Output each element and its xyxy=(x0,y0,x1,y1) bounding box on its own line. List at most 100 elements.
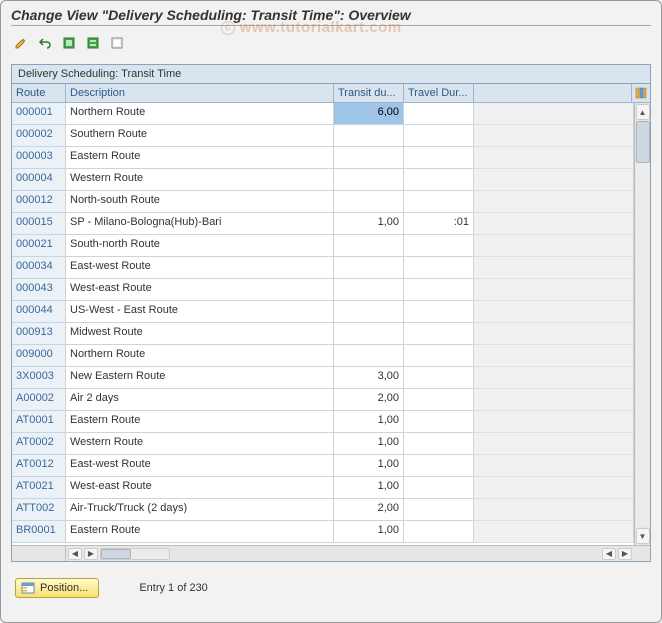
cell-description[interactable]: Midwest Route xyxy=(66,323,334,345)
cell-travel[interactable] xyxy=(404,279,474,301)
cell-travel[interactable] xyxy=(404,345,474,367)
cell-description[interactable]: Air 2 days xyxy=(66,389,334,411)
cell-route[interactable]: 000044 xyxy=(12,301,66,323)
cell-description[interactable]: New Eastern Route xyxy=(66,367,334,389)
cell-route[interactable]: 000002 xyxy=(12,125,66,147)
scroll-right2-icon[interactable]: ▶ xyxy=(618,548,632,560)
cell-travel[interactable] xyxy=(404,389,474,411)
cell-route[interactable]: 000021 xyxy=(12,235,66,257)
table-row[interactable]: A00002Air 2 days2,00 xyxy=(12,389,634,411)
cell-travel[interactable] xyxy=(404,367,474,389)
table-row[interactable]: 000003Eastern Route xyxy=(12,147,634,169)
cell-travel[interactable] xyxy=(404,191,474,213)
cell-description[interactable]: West-east Route xyxy=(66,279,334,301)
cell-transit[interactable]: 1,00 xyxy=(334,521,404,543)
cell-route[interactable]: 000913 xyxy=(12,323,66,345)
cell-route[interactable]: 000034 xyxy=(12,257,66,279)
cell-transit[interactable]: 6,00 xyxy=(334,103,404,125)
cell-travel[interactable] xyxy=(404,323,474,345)
scroll-down-icon[interactable]: ▼ xyxy=(636,528,650,544)
table-row[interactable]: 000021South-north Route xyxy=(12,235,634,257)
table-row[interactable]: BR0001Eastern Route1,00 xyxy=(12,521,634,543)
table-row[interactable]: 000913Midwest Route xyxy=(12,323,634,345)
cell-transit[interactable]: 1,00 xyxy=(334,411,404,433)
cell-description[interactable]: Eastern Route xyxy=(66,147,334,169)
cell-travel[interactable] xyxy=(404,455,474,477)
cell-description[interactable]: Eastern Route xyxy=(66,411,334,433)
cell-description[interactable]: Northern Route xyxy=(66,345,334,367)
table-row[interactable]: 000012North-south Route xyxy=(12,191,634,213)
cell-route[interactable]: AT0021 xyxy=(12,477,66,499)
cell-transit[interactable] xyxy=(334,257,404,279)
cell-route[interactable]: 3X0003 xyxy=(12,367,66,389)
deselect-all-icon[interactable] xyxy=(107,34,127,52)
table-row[interactable]: AT0001Eastern Route1,00 xyxy=(12,411,634,433)
cell-transit[interactable] xyxy=(334,169,404,191)
hscroll-track-left[interactable] xyxy=(100,548,170,560)
cell-description[interactable]: Western Route xyxy=(66,433,334,455)
table-row[interactable]: 000001Northern Route6,00 xyxy=(12,103,634,125)
cell-description[interactable]: SP - Milano-Bologna(Hub)-Bari xyxy=(66,213,334,235)
table-row[interactable]: AT0021West-east Route1,00 xyxy=(12,477,634,499)
cell-route[interactable]: AT0001 xyxy=(12,411,66,433)
cell-transit[interactable] xyxy=(334,191,404,213)
scroll-up-icon[interactable]: ▲ xyxy=(636,104,650,120)
cell-transit[interactable] xyxy=(334,125,404,147)
cell-travel[interactable]: :01 xyxy=(404,213,474,235)
cell-description[interactable]: Northern Route xyxy=(66,103,334,125)
undo-icon[interactable] xyxy=(35,34,55,52)
cell-travel[interactable] xyxy=(404,433,474,455)
table-row[interactable]: ATT002Air-Truck/Truck (2 days)2,00 xyxy=(12,499,634,521)
cell-transit[interactable]: 2,00 xyxy=(334,499,404,521)
table-row[interactable]: 000002Southern Route xyxy=(12,125,634,147)
cell-description[interactable]: East-west Route xyxy=(66,455,334,477)
cell-transit[interactable] xyxy=(334,279,404,301)
cell-travel[interactable] xyxy=(404,521,474,543)
cell-transit[interactable] xyxy=(334,147,404,169)
cell-travel[interactable] xyxy=(404,499,474,521)
vscroll-track[interactable] xyxy=(636,121,650,527)
cell-transit[interactable]: 2,00 xyxy=(334,389,404,411)
cell-route[interactable]: ATT002 xyxy=(12,499,66,521)
cell-travel[interactable] xyxy=(404,103,474,125)
cell-route[interactable]: AT0012 xyxy=(12,455,66,477)
cell-transit[interactable]: 1,00 xyxy=(334,455,404,477)
select-block-icon[interactable] xyxy=(83,34,103,52)
cell-route[interactable]: 000003 xyxy=(12,147,66,169)
table-row[interactable]: 000015SP - Milano-Bologna(Hub)-Bari1,00:… xyxy=(12,213,634,235)
scroll-left2-icon[interactable]: ◀ xyxy=(602,548,616,560)
cell-description[interactable]: Western Route xyxy=(66,169,334,191)
cell-route[interactable]: 000015 xyxy=(12,213,66,235)
table-row[interactable]: 000044US-West - East Route xyxy=(12,301,634,323)
cell-travel[interactable] xyxy=(404,169,474,191)
cell-travel[interactable] xyxy=(404,147,474,169)
cell-route[interactable]: A00002 xyxy=(12,389,66,411)
cell-transit[interactable]: 1,00 xyxy=(334,213,404,235)
hscroll-thumb-left[interactable] xyxy=(101,549,131,559)
select-all-icon[interactable] xyxy=(59,34,79,52)
cell-travel[interactable] xyxy=(404,125,474,147)
position-button[interactable]: Position... xyxy=(15,578,99,598)
cell-route[interactable]: 000043 xyxy=(12,279,66,301)
cell-transit[interactable] xyxy=(334,235,404,257)
cell-description[interactable]: West-east Route xyxy=(66,477,334,499)
scroll-left-icon[interactable]: ◀ xyxy=(68,548,82,560)
table-row[interactable]: 3X0003New Eastern Route3,00 xyxy=(12,367,634,389)
cell-travel[interactable] xyxy=(404,411,474,433)
cell-transit[interactable] xyxy=(334,345,404,367)
cell-description[interactable]: Air-Truck/Truck (2 days) xyxy=(66,499,334,521)
cell-transit[interactable]: 3,00 xyxy=(334,367,404,389)
cell-description[interactable]: US-West - East Route xyxy=(66,301,334,323)
col-header-travel[interactable]: Travel Dur... xyxy=(404,84,474,102)
col-header-transit[interactable]: Transit du... xyxy=(334,84,404,102)
cell-description[interactable]: Southern Route xyxy=(66,125,334,147)
horizontal-scrollbar[interactable]: ◀ ▶ ◀ ▶ xyxy=(12,545,650,561)
cell-route[interactable]: 000004 xyxy=(12,169,66,191)
table-row[interactable]: 000034East-west Route xyxy=(12,257,634,279)
cell-transit[interactable] xyxy=(334,323,404,345)
cell-travel[interactable] xyxy=(404,477,474,499)
col-header-route[interactable]: Route xyxy=(12,84,66,102)
vertical-scrollbar[interactable]: ▲ ▼ xyxy=(634,103,650,545)
table-row[interactable]: AT0002Western Route1,00 xyxy=(12,433,634,455)
cell-travel[interactable] xyxy=(404,257,474,279)
